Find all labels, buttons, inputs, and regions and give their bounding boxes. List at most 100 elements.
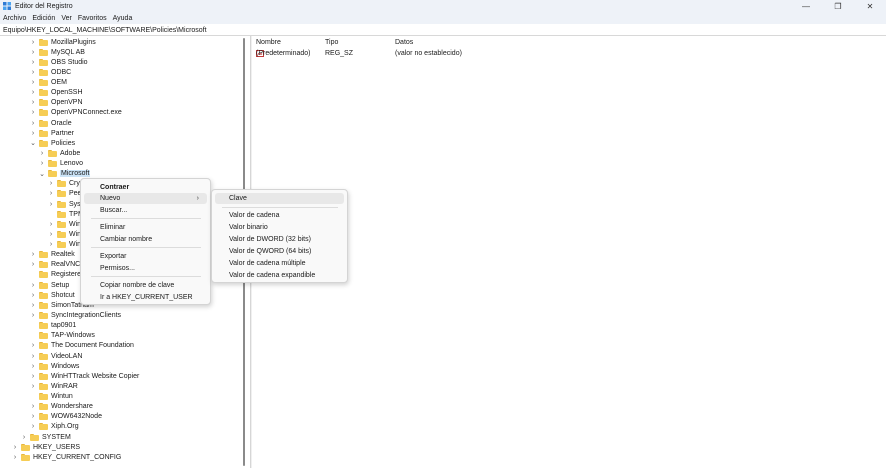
tree-item[interactable]: › WOW6432Node bbox=[29, 412, 102, 422]
chevron-right-icon[interactable]: › bbox=[47, 190, 55, 197]
tree-item[interactable]: › SyncIntegrationClients bbox=[29, 311, 121, 321]
tree-item[interactable]: › Partner bbox=[29, 128, 74, 138]
tree-item[interactable]: › HKEY_USERS bbox=[11, 442, 80, 452]
chevron-right-icon[interactable]: › bbox=[29, 120, 37, 127]
tree-item[interactable]: › ODBC bbox=[29, 67, 71, 77]
tree-item[interactable]: Registered bbox=[29, 270, 85, 280]
minimize-button[interactable]: — bbox=[790, 0, 822, 12]
address-bar[interactable]: Equipo\HKEY_LOCAL_MACHINE\SOFTWARE\Polic… bbox=[0, 25, 886, 36]
tree-item[interactable]: ⌄ Policies bbox=[29, 138, 75, 148]
tree-item[interactable]: › RealVNC bbox=[29, 260, 80, 270]
menu-item-ir-hkcu[interactable]: Ir a HKEY_CURRENT_USER bbox=[81, 292, 210, 303]
column-header-datos[interactable]: Datos bbox=[395, 39, 413, 46]
tree-item[interactable]: TAP-Windows bbox=[29, 331, 95, 341]
tree-item[interactable]: › Wondershare bbox=[29, 402, 93, 412]
chevron-right-icon[interactable]: › bbox=[29, 292, 37, 299]
chevron-right-icon[interactable]: › bbox=[11, 454, 19, 461]
tree-item[interactable]: › OpenVPNConnect.exe bbox=[29, 108, 122, 118]
chevron-right-icon[interactable]: › bbox=[29, 403, 37, 410]
menu-archivo[interactable]: Archivo bbox=[3, 15, 26, 22]
chevron-right-icon[interactable]: › bbox=[29, 99, 37, 106]
tree-item[interactable]: › Windows bbox=[29, 361, 79, 371]
tree-item[interactable]: › SYSTEM bbox=[20, 432, 71, 442]
tree-item[interactable]: › WinHTTrack Website Copier bbox=[29, 371, 139, 381]
tree-item[interactable]: › Win bbox=[47, 219, 81, 229]
chevron-right-icon[interactable]: › bbox=[29, 130, 37, 137]
tree-item[interactable]: › MySQL AB bbox=[29, 47, 85, 57]
tree-item[interactable]: Wintun bbox=[29, 392, 73, 402]
tree-item[interactable]: › MozillaPlugins bbox=[29, 37, 96, 47]
chevron-right-icon[interactable]: › bbox=[29, 59, 37, 66]
chevron-right-icon[interactable]: › bbox=[29, 251, 37, 258]
submenu-item-qword[interactable]: Valor de QWORD (64 bits) bbox=[212, 246, 347, 257]
chevron-right-icon[interactable]: › bbox=[29, 373, 37, 380]
chevron-right-icon[interactable]: › bbox=[29, 79, 37, 86]
chevron-right-icon[interactable]: › bbox=[29, 413, 37, 420]
address-path[interactable]: Equipo\HKEY_LOCAL_MACHINE\SOFTWARE\Polic… bbox=[3, 27, 207, 34]
chevron-right-icon[interactable]: › bbox=[11, 444, 19, 451]
chevron-right-icon[interactable]: › bbox=[47, 180, 55, 187]
menu-item-cambiar-nombre[interactable]: Cambiar nombre bbox=[81, 234, 210, 245]
tree-item[interactable]: › Syst bbox=[47, 199, 83, 209]
submenu-item-valor-cadena[interactable]: Valor de cadena bbox=[212, 210, 347, 221]
chevron-right-icon[interactable]: › bbox=[29, 353, 37, 360]
chevron-right-icon[interactable]: › bbox=[29, 261, 37, 268]
tree-item[interactable]: › OpenVPN bbox=[29, 98, 83, 108]
menu-item-exportar[interactable]: Exportar bbox=[81, 251, 210, 262]
tree-item[interactable]: › Realtek bbox=[29, 250, 75, 260]
tree-item[interactable]: › Cryp bbox=[47, 179, 84, 189]
maximize-button[interactable]: ❐ bbox=[822, 0, 854, 12]
menu-item-eliminar[interactable]: Eliminar bbox=[81, 222, 210, 233]
chevron-right-icon[interactable]: › bbox=[29, 312, 37, 319]
chevron-down-icon[interactable]: ⌄ bbox=[29, 139, 37, 147]
column-header-nombre[interactable]: Nombre bbox=[256, 39, 281, 46]
chevron-right-icon[interactable]: › bbox=[29, 363, 37, 370]
chevron-right-icon[interactable]: › bbox=[29, 69, 37, 76]
tree-item[interactable]: › Win bbox=[47, 229, 81, 239]
tree-item[interactable]: › Pee bbox=[47, 189, 81, 199]
menu-edicion[interactable]: Edición bbox=[32, 15, 55, 22]
chevron-right-icon[interactable]: › bbox=[29, 109, 37, 116]
chevron-right-icon[interactable]: › bbox=[38, 150, 46, 157]
menu-favoritos[interactable]: Favoritos bbox=[78, 15, 107, 22]
submenu-item-valor-binario[interactable]: Valor binario bbox=[212, 222, 347, 233]
submenu-item-dword[interactable]: Valor de DWORD (32 bits) bbox=[212, 234, 347, 245]
chevron-right-icon[interactable]: › bbox=[20, 434, 28, 441]
chevron-right-icon[interactable]: › bbox=[29, 89, 37, 96]
chevron-right-icon[interactable]: › bbox=[29, 282, 37, 289]
tree-item[interactable]: › The Document Foundation bbox=[29, 341, 134, 351]
column-header-tipo[interactable]: Tipo bbox=[325, 39, 338, 46]
tree-item[interactable]: › OEM bbox=[29, 78, 67, 88]
chevron-right-icon[interactable]: › bbox=[47, 241, 55, 248]
menu-item-buscar[interactable]: Buscar... bbox=[81, 205, 210, 216]
tree-item[interactable]: TPM bbox=[47, 209, 84, 219]
tree-item[interactable]: › Win bbox=[47, 240, 81, 250]
tree-item[interactable]: › Xiph.Org bbox=[29, 422, 79, 432]
tree-item[interactable]: › OBS Studio bbox=[29, 57, 88, 67]
menu-item-nuevo[interactable]: Nuevo › bbox=[84, 193, 207, 204]
submenu-item-clave[interactable]: Clave bbox=[215, 193, 344, 204]
tree-item[interactable]: › Adobe bbox=[38, 148, 80, 158]
menu-ver[interactable]: Ver bbox=[61, 15, 72, 22]
chevron-right-icon[interactable]: › bbox=[29, 302, 37, 309]
submenu-item-cadena-expandible[interactable]: Valor de cadena expandible bbox=[212, 270, 347, 281]
chevron-right-icon[interactable]: › bbox=[29, 383, 37, 390]
close-button[interactable]: ✕ bbox=[854, 0, 886, 12]
menu-ayuda[interactable]: Ayuda bbox=[113, 15, 133, 22]
chevron-down-icon[interactable]: ⌄ bbox=[38, 170, 46, 178]
chevron-right-icon[interactable]: › bbox=[29, 423, 37, 430]
chevron-right-icon[interactable]: › bbox=[29, 49, 37, 56]
chevron-right-icon[interactable]: › bbox=[47, 221, 55, 228]
tree-item[interactable]: › Setup bbox=[29, 280, 69, 290]
chevron-right-icon[interactable]: › bbox=[29, 39, 37, 46]
chevron-right-icon[interactable]: › bbox=[47, 201, 55, 208]
tree-item[interactable]: › VideoLAN bbox=[29, 351, 82, 361]
tree-item[interactable]: › Lenovo bbox=[38, 159, 83, 169]
chevron-right-icon[interactable]: › bbox=[38, 160, 46, 167]
tree-item[interactable]: › Shotcut bbox=[29, 290, 75, 300]
menu-item-permisos[interactable]: Permisos... bbox=[81, 263, 210, 274]
menu-item-contraer[interactable]: Contraer bbox=[81, 182, 210, 193]
menu-item-copiar-nombre[interactable]: Copiar nombre de clave bbox=[81, 280, 210, 291]
chevron-right-icon[interactable]: › bbox=[29, 342, 37, 349]
tree-item[interactable]: › HKEY_CURRENT_CONFIG bbox=[11, 452, 121, 462]
